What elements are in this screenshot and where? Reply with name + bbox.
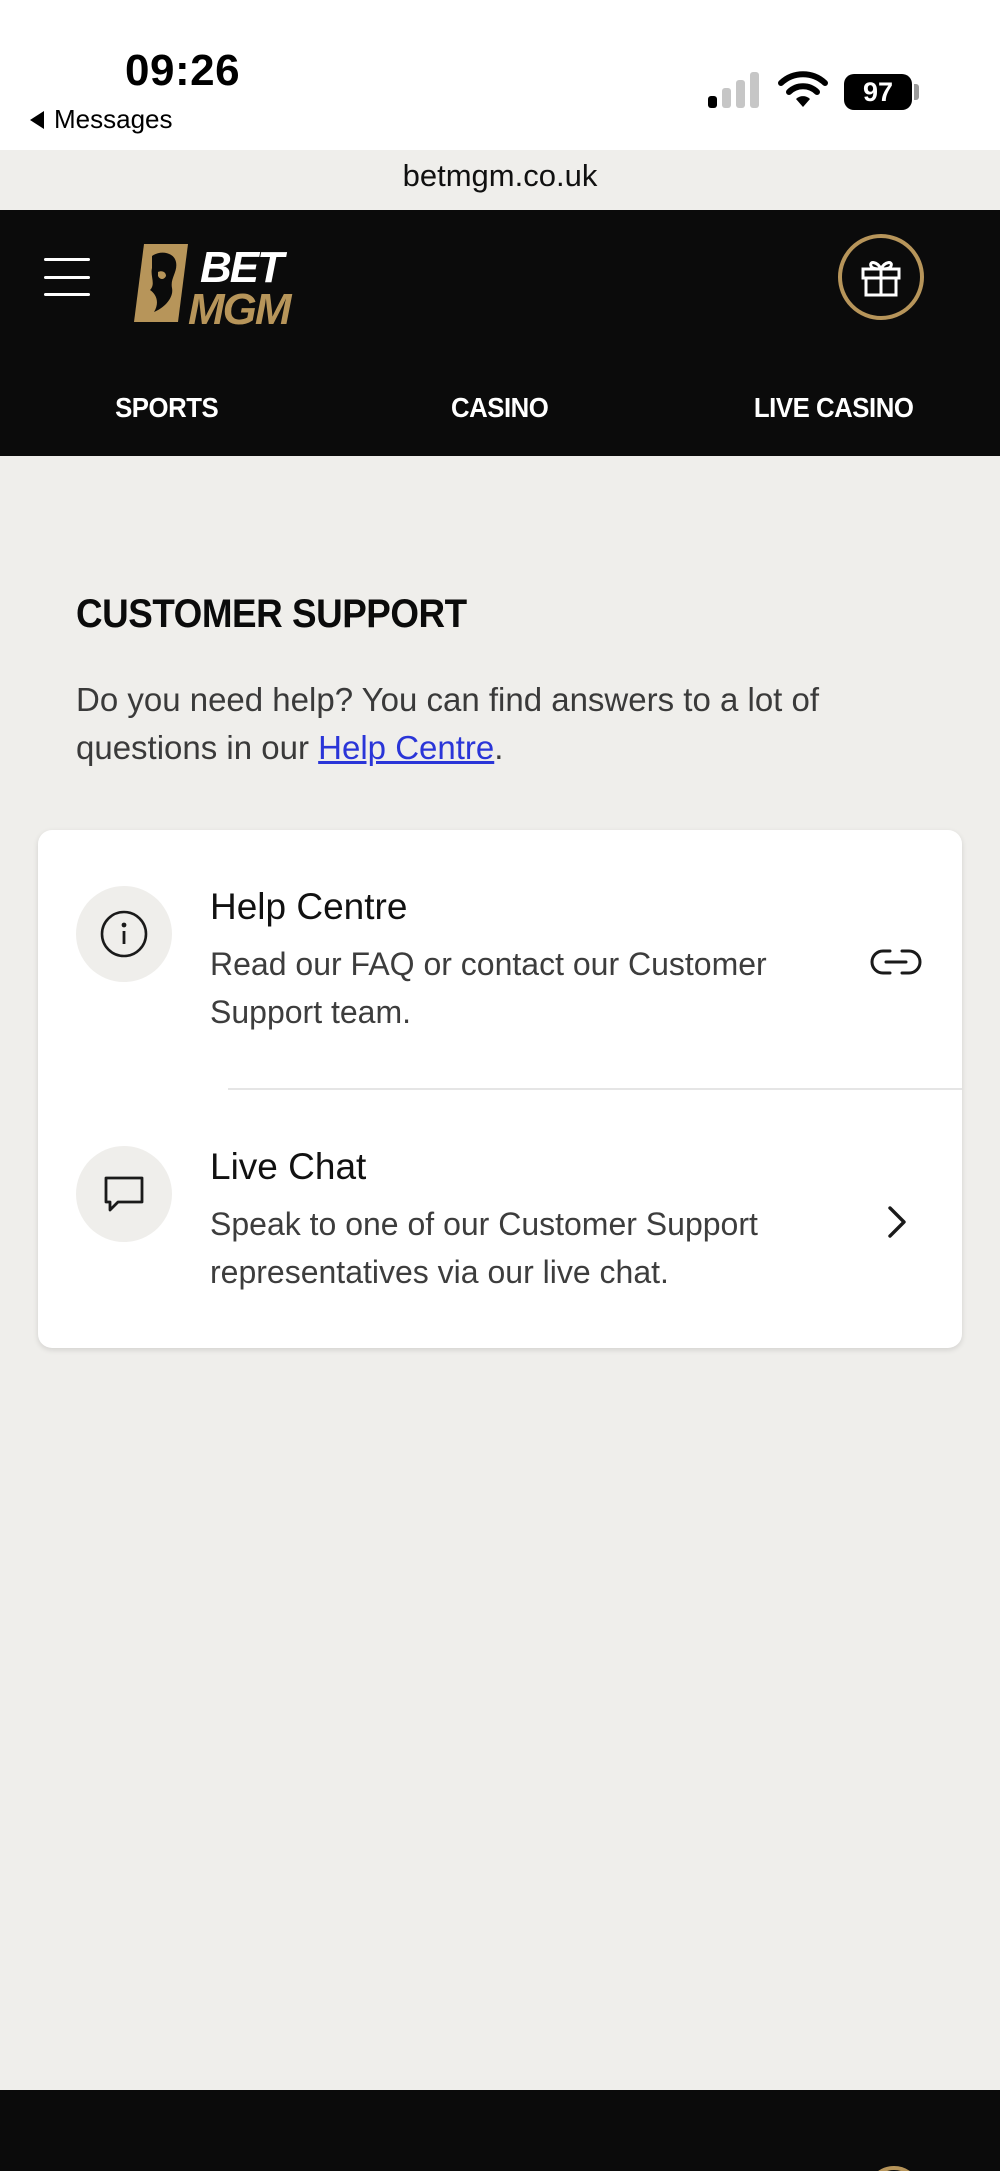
footer-logo [392,2164,602,2171]
option-title: Help Centre [210,886,408,927]
support-options-card: Help Centre Read our FAQ or contact our … [38,830,962,1348]
info-icon [76,886,172,982]
back-triangle-icon [30,110,44,129]
battery-tip [914,84,919,100]
option-title: Live Chat [210,1146,367,1187]
intro-text: Do you need help? You can find answers t… [76,676,936,772]
battery-indicator: 97 [844,74,912,110]
option-description: Read our FAQ or contact our Customer Sup… [210,946,767,1030]
status-time: 09:26 [125,46,241,95]
wifi-icon [778,71,828,107]
help-centre-link[interactable]: Help Centre [318,729,494,766]
option-description: Speak to one of our Customer Support rep… [210,1206,758,1290]
page-title: CUSTOMER SUPPORT [76,592,467,636]
site-header: BET MGM SPORTS CASINO LIVE CASINO [0,210,1000,456]
link-icon[interactable] [866,942,926,982]
nav-casino[interactable]: CASINO [347,370,654,450]
svg-text:MGM: MGM [188,285,293,326]
gift-button[interactable] [838,234,924,320]
site-footer [0,2090,1000,2171]
back-label: Messages [54,104,173,134]
live-chat-option[interactable]: Live Chat Speak to one of our Customer S… [38,1090,962,1348]
address-bar-url[interactable]: betmgm.co.uk [0,158,1000,194]
status-bar: 09:26 Messages 97 betmgm.co.uk [0,0,1000,193]
main-nav: SPORTS CASINO LIVE CASINO [0,370,1000,450]
gift-icon [861,261,901,297]
cellular-signal-icon [708,72,759,108]
nav-sports[interactable]: SPORTS [13,370,320,450]
chat-bubble-icon [76,1146,172,1242]
betmgm-logo[interactable]: BET MGM [130,232,330,326]
back-to-messages[interactable]: Messages [30,104,173,135]
help-centre-option[interactable]: Help Centre Read our FAQ or contact our … [38,830,962,1090]
menu-icon[interactable] [44,258,90,296]
nav-live-casino[interactable]: LIVE CASINO [680,370,987,450]
footer-gift-icon [878,2166,910,2171]
intro-end: . [494,729,504,766]
chevron-right-icon[interactable] [866,1202,926,1242]
